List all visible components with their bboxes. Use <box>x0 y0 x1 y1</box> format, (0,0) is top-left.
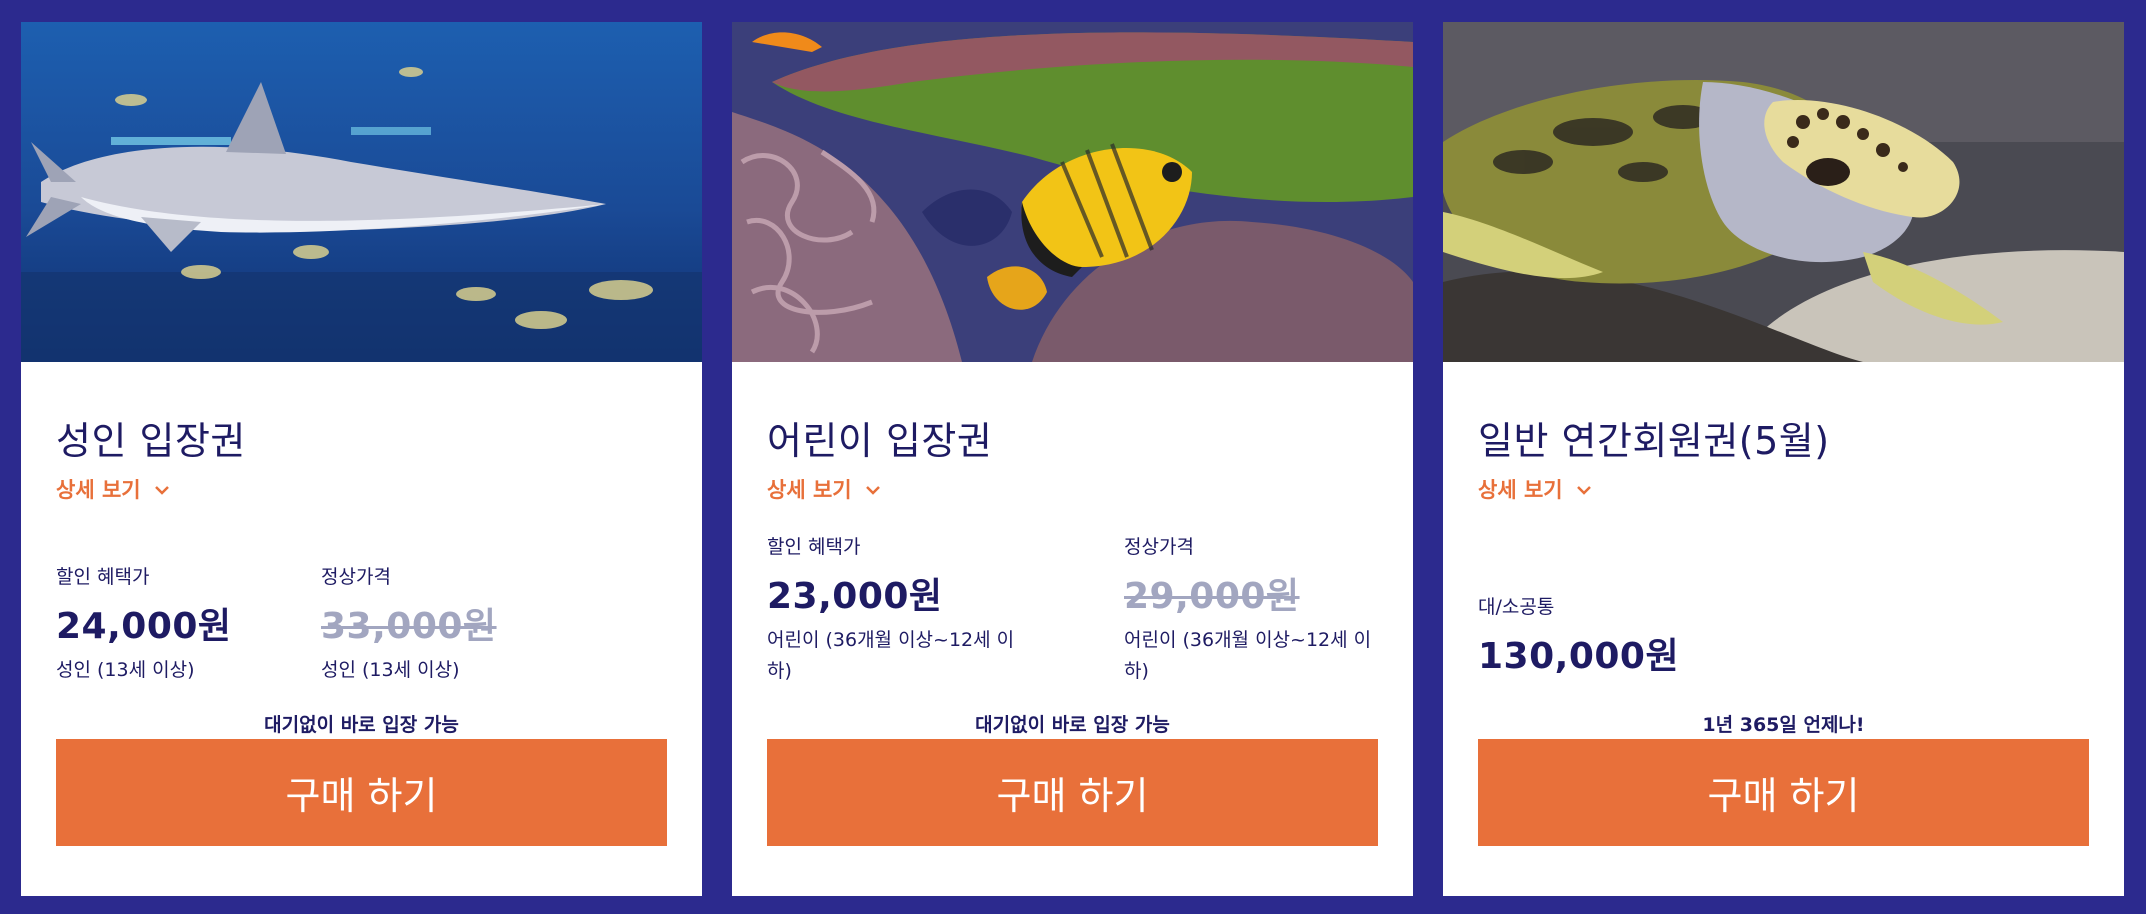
buy-button[interactable]: 구매 하기 <box>1478 739 2089 846</box>
ticket-title: 성인 입장권 <box>56 419 246 463</box>
discount-price: 24,000원 <box>56 606 232 647</box>
details-toggle[interactable]: 상세 보기 <box>56 474 171 504</box>
membership-price: 130,000원 <box>1478 636 1680 677</box>
ticket-card-annual: 일반 연간회원권(5월) 상세 보기 대/소공통 130,000원 1년 365… <box>1443 22 2124 896</box>
details-label: 상세 보기 <box>1478 478 1563 502</box>
chevron-down-icon <box>864 480 882 498</box>
discount-label: 할인 혜택가 <box>767 536 861 558</box>
card-body: 일반 연간회원권(5월) 상세 보기 대/소공통 130,000원 1년 365… <box>1478 362 2089 896</box>
details-label: 상세 보기 <box>56 478 141 502</box>
ticket-cards: 성인 입장권 상세 보기 할인 혜택가 24,000원 성인 (13세 이상) … <box>0 0 2146 914</box>
butterflyfish-photo <box>732 22 1413 362</box>
entry-notice: 대기없이 바로 입장 가능 <box>264 714 459 736</box>
discount-price-block: 할인 혜택가 23,000원 어린이 (36개월 이상~12세 이하) <box>767 532 1027 687</box>
ticket-card-adult: 성인 입장권 상세 보기 할인 혜택가 24,000원 성인 (13세 이상) … <box>21 22 702 896</box>
buy-button[interactable]: 구매 하기 <box>767 739 1378 846</box>
discount-price-block: 할인 혜택가 24,000원 성인 (13세 이상) <box>56 562 232 686</box>
regular-price-block: 정상가격 33,000원 성인 (13세 이상) <box>321 562 497 686</box>
discount-label: 할인 혜택가 <box>56 566 150 588</box>
card-body: 어린이 입장권 상세 보기 할인 혜택가 23,000원 어린이 (36개월 이… <box>767 362 1378 896</box>
chevron-down-icon <box>1575 480 1593 498</box>
sea-turtle-photo <box>1443 22 2124 362</box>
membership-price-block: 대/소공통 130,000원 <box>1478 592 1679 679</box>
price-label: 대/소공통 <box>1478 596 1555 618</box>
entry-notice: 대기없이 바로 입장 가능 <box>975 714 1170 736</box>
details-toggle[interactable]: 상세 보기 <box>1478 474 1593 504</box>
discount-price: 23,000원 <box>767 576 943 617</box>
card-body: 성인 입장권 상세 보기 할인 혜택가 24,000원 성인 (13세 이상) … <box>56 362 667 896</box>
ticket-title: 일반 연간회원권(5월) <box>1478 419 1830 463</box>
buy-button[interactable]: 구매 하기 <box>56 739 667 846</box>
regular-price: 33,000원 <box>321 606 497 647</box>
details-toggle[interactable]: 상세 보기 <box>767 474 882 504</box>
membership-notice: 1년 365일 언제나! <box>1702 714 1865 736</box>
regular-price-block: 정상가격 29,000원 어린이 (36개월 이상~12세 이하) <box>1124 532 1374 687</box>
regular-label: 정상가격 <box>1124 536 1194 558</box>
regular-price: 29,000원 <box>1124 576 1300 617</box>
ticket-card-child: 어린이 입장권 상세 보기 할인 혜택가 23,000원 어린이 (36개월 이… <box>732 22 1413 896</box>
regular-label: 정상가격 <box>321 566 391 588</box>
details-label: 상세 보기 <box>767 478 852 502</box>
chevron-down-icon <box>153 480 171 498</box>
discount-note: 성인 (13세 이상) <box>56 659 195 681</box>
discount-note: 어린이 (36개월 이상~12세 이하) <box>767 629 1015 682</box>
shark-photo <box>21 22 702 362</box>
regular-note: 성인 (13세 이상) <box>321 659 460 681</box>
ticket-title: 어린이 입장권 <box>767 419 993 463</box>
regular-note: 어린이 (36개월 이상~12세 이하) <box>1124 629 1372 682</box>
